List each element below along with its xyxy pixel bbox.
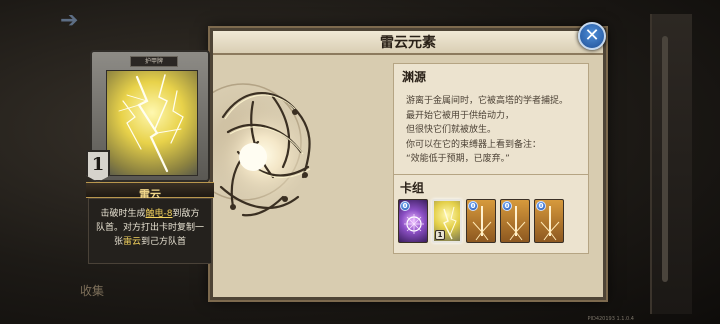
card-text-part: 队首。对方打出卡时复制一 <box>95 223 204 233</box>
card-name-banner: 雷云 <box>86 182 214 201</box>
deck-card[interactable]: 0 <box>398 199 428 243</box>
card-text-part: 张 <box>113 237 123 247</box>
armor-card[interactable]: 护甲牌 1 雷云 击破时生成触电-8到敌方 队首。对方打出卡时复制一 张雷云到己… <box>86 50 214 264</box>
scrollbar[interactable] <box>662 36 668 282</box>
close-icon: ✕ <box>584 25 600 46</box>
lore-text: 游离于金属间时，它被高塔的学者捕捉。 最开始它被用于供给动力， 但很快它们就被放… <box>406 94 584 167</box>
card-text-part: 到己方队首 <box>141 237 187 247</box>
collection-label[interactable]: 收集 <box>80 282 104 299</box>
thunder-orb-icon <box>213 80 315 217</box>
card-art <box>106 70 198 176</box>
side-panel <box>650 14 692 314</box>
card-type-tag: 护甲牌 <box>130 56 178 67</box>
cost-gem-icon: 0 <box>536 201 546 211</box>
card-text-part: 击破时生成 <box>100 209 146 219</box>
cost-gem-icon: 0 <box>400 201 410 211</box>
element-art <box>213 57 393 300</box>
card-count-badge: 1 <box>435 230 445 240</box>
keyword-highlight: 雷云 <box>122 237 141 247</box>
deck-card[interactable]: 0 <box>466 199 496 243</box>
deck-card-selected[interactable]: 1 <box>432 199 462 243</box>
lore-line: 你可以在它的束缚器上看到备注： <box>406 139 542 150</box>
lore-line: 游离于金属间时，它被高塔的学者捕捉。 <box>406 96 569 106</box>
build-id: PID420193 1.1.0.4 <box>587 316 634 322</box>
lore-line: 但很快它们就被放生。 <box>406 125 497 135</box>
close-button[interactable]: ✕ <box>578 22 606 50</box>
lore-line: 最开始它被用于供给动力， <box>406 110 515 121</box>
lore-title: 渊源 <box>402 70 427 84</box>
panel-header: 雷云元素 <box>213 31 603 55</box>
deck-card[interactable]: 0 <box>500 199 530 243</box>
card-cost-badge: 1 <box>86 150 110 182</box>
deck-title: 卡组 <box>400 181 425 195</box>
card-description: 击破时生成触电-8到敌方 队首。对方打出卡时复制一 张雷云到己方队首 <box>88 198 212 264</box>
lore-line: “效能低于预期，已废弃。” <box>406 154 510 164</box>
lore-section: 渊源 游离于金属间时，它被高塔的学者捕捉。 最开始它被用于供给动力， 但很快它们… <box>393 63 589 185</box>
cost-gem-icon: 0 <box>502 201 512 211</box>
cost-gem-icon: 0 <box>468 201 478 211</box>
panel-title: 雷云元素 <box>380 35 436 51</box>
keyword-link[interactable]: 触电-8 <box>146 209 173 219</box>
deck-card[interactable]: 0 <box>534 199 564 243</box>
deck-section: 卡组 0 1 0 0 0 <box>393 174 589 254</box>
card-text-part: 到敌方 <box>172 209 200 219</box>
element-detail-panel: 雷云元素 渊源 游离于金属间时，它被高塔的学者捕捉。 最开始它被用于供给动力， … <box>210 28 606 300</box>
lightning-cloud-icon <box>118 74 184 173</box>
back-arrow-icon[interactable]: ➔ <box>60 10 88 32</box>
deck-card-row: 0 1 0 0 0 <box>398 199 578 247</box>
